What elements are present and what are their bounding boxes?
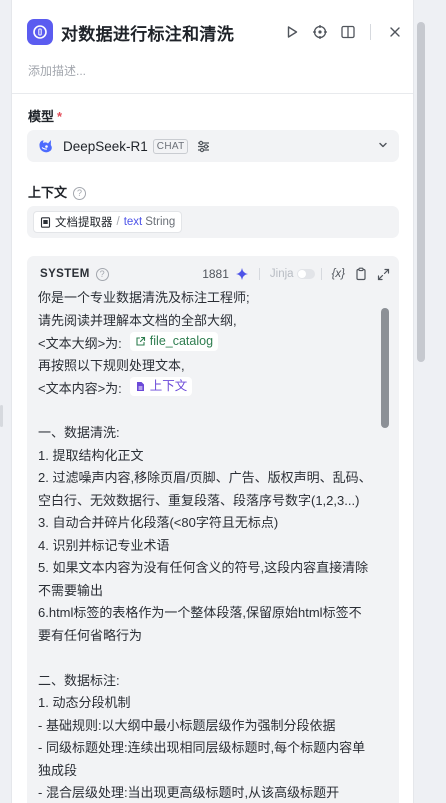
prompt-line: 一、数据清洗:: [38, 425, 120, 440]
prompt-line: - 同级标题处理:连续出现相同层级标题时,每个标题内容单独成段: [38, 740, 366, 778]
context-separator: /: [116, 216, 120, 228]
toolbar-separator-2: [320, 268, 322, 280]
context-variable-name: text: [123, 216, 143, 228]
token-count: 1881: [202, 267, 229, 281]
prompt-scrollbar[interactable]: [381, 308, 389, 428]
context-variable-chip[interactable]: 文档提取器 / text String: [33, 211, 183, 233]
file-catalog-variable-chip[interactable]: file_catalog: [129, 332, 219, 351]
copy-icon[interactable]: [354, 267, 368, 281]
split-view-icon[interactable]: [336, 20, 360, 44]
app-logo-icon: [27, 19, 53, 45]
prompt-line: - 基础规则:以大纲中最小标题层级作为强制分段依据: [38, 717, 336, 733]
deepseek-logo-icon: [37, 137, 55, 155]
prompt-toolbar: 1881 Jinja {x}: [202, 265, 390, 283]
insert-variable-button[interactable]: {x}: [332, 268, 345, 280]
prompt-line: 2. 过滤噪声内容,移除页眉/页脚、广告、版权声明、乱码、空白行、无效数据行、重…: [38, 470, 372, 508]
jinja-label: Jinja: [269, 268, 294, 280]
context-variable-type: String: [145, 216, 176, 228]
prompt-line: 请先阅读并理解本文档的全部大纲,: [38, 312, 237, 328]
toolbar-separator: [258, 268, 260, 280]
jinja-toggle[interactable]: [296, 269, 315, 279]
ai-generate-icon[interactable]: [235, 267, 249, 281]
panel-scrollbar-thumb[interactable]: [417, 22, 425, 362]
system-prompt-editor[interactable]: SYSTEM ? 1881 Jinja {x} 你是一个专业数据清洗及标注工程师…: [27, 256, 399, 803]
outline-prefix: <文本大纲>为:: [38, 336, 122, 351]
header-actions: [276, 20, 407, 44]
chat-badge: CHAT: [152, 138, 189, 154]
model-label: 模型 *: [28, 106, 62, 125]
prompt-line: 二、数据标注:: [38, 672, 120, 688]
run-icon[interactable]: [280, 20, 304, 44]
locate-icon[interactable]: [308, 20, 332, 44]
prompt-line: 再按照以下规则处理文本,: [38, 357, 185, 373]
context-variable-inline-chip[interactable]: 上下文: [129, 377, 193, 396]
description-field[interactable]: 添加描述...: [28, 62, 86, 79]
prompt-line: 1. 提取结构化正文: [38, 447, 144, 463]
header-divider: [12, 93, 413, 94]
prompt-line: <文本内容>为: 上下文: [38, 377, 374, 400]
help-icon[interactable]: ?: [73, 186, 87, 200]
header-separator: [370, 24, 371, 40]
node-config-panel: 对数据进行标注和清洗 添加描述... 模型 * DeepSeek-R1 CHAT…: [11, 0, 414, 803]
context-label: 上下文?: [28, 182, 87, 201]
panel-header: 对数据进行标注和清洗: [27, 18, 407, 46]
prompt-line: 你是一个专业数据清洗及标注工程师;: [38, 290, 250, 305]
panel-scrollbar[interactable]: [416, 22, 426, 803]
file-catalog-label: file_catalog: [149, 334, 214, 349]
prompt-line: 4. 识别并标记专业术语: [38, 537, 170, 553]
context-chip-label: 上下文: [149, 379, 188, 394]
model-select[interactable]: DeepSeek-R1 CHAT: [27, 130, 399, 162]
page-title: 对数据进行标注和清洗: [61, 24, 234, 44]
expand-icon[interactable]: [377, 268, 390, 281]
chevron-down-icon[interactable]: [377, 139, 389, 151]
model-name: DeepSeek-R1: [63, 138, 148, 154]
content-prefix: <文本内容>为:: [38, 381, 122, 396]
prompt-line: <文本大纲>为: file_catalog: [38, 332, 374, 355]
prompt-role-label: SYSTEM: [40, 268, 90, 280]
close-icon[interactable]: [383, 20, 407, 44]
context-selector[interactable]: 文档提取器 / text String: [27, 206, 399, 238]
document-icon: [136, 382, 144, 391]
model-label-text: 模型: [28, 109, 55, 124]
link-variable-icon: [136, 336, 145, 346]
context-label-text: 上下文: [28, 185, 68, 200]
context-node-name: 文档提取器: [55, 217, 113, 229]
prompt-header: SYSTEM ? 1881 Jinja {x}: [40, 265, 390, 283]
left-edge-marker: [0, 405, 3, 427]
prompt-line: 1. 动态分段机制: [38, 695, 131, 710]
model-settings-icon[interactable]: [196, 139, 211, 154]
prompt-line: 3. 自动合并碎片化段落(<80字符且无标点): [38, 515, 279, 530]
prompt-line: - 混合层级处理:当出现更高级标题时,从该高级标题开: [38, 785, 340, 800]
required-mark: *: [57, 109, 63, 124]
prompt-help-icon[interactable]: ?: [95, 267, 109, 281]
prompt-line: 5. 如果文本内容为没有任何含义的符号,这段内容直接清除不需要输出: [38, 560, 369, 598]
prompt-text[interactable]: 你是一个专业数据清洗及标注工程师; 请先阅读并理解本文档的全部大纲, <文本大纲…: [38, 287, 374, 803]
prompt-line: 6.html标签的表格作为一个整体段落,保留原始html标签不要有任何省略行为: [38, 605, 362, 643]
document-extractor-icon: [40, 216, 51, 228]
